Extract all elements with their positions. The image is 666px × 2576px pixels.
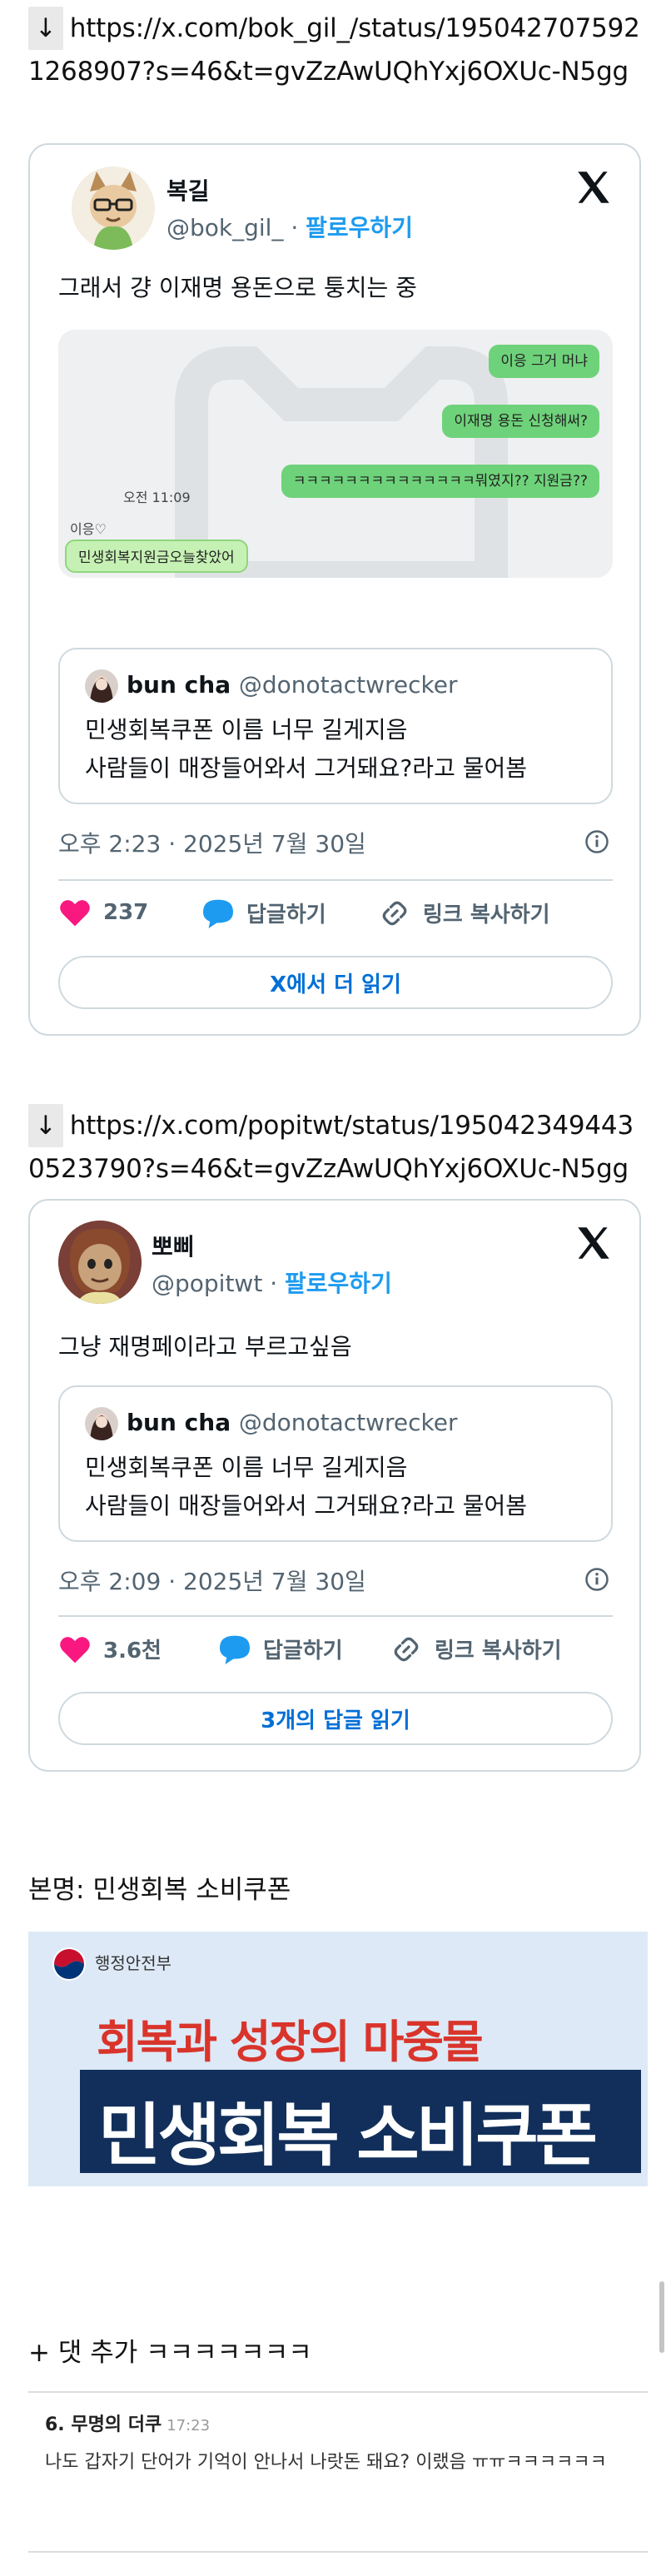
post-caption: 본명: 민생회복 소비쿠폰	[28, 1875, 291, 1905]
tweet2-author-handle[interactable]: @popitwt	[152, 1270, 262, 1297]
quote-author-handle: @donotactwrecker	[238, 671, 458, 699]
down-arrow-icon: ↓	[28, 7, 63, 50]
scrollbar-thumb[interactable]	[659, 2281, 664, 2353]
quote-author-handle: @donotactwrecker	[238, 1409, 458, 1436]
quote-author-name: bun cha	[127, 671, 231, 699]
tweet1-author-handle[interactable]: @bok_gil_	[166, 214, 283, 241]
quote-author-name: bun cha	[127, 1409, 231, 1436]
tweet1-like-count: 237	[103, 900, 149, 925]
x-logo-icon[interactable]	[573, 1222, 614, 1264]
quote-text-line-2: 사람들이 매장들어와서 그거돼요?라고 물어봄	[85, 754, 528, 782]
comment-author[interactable]: 6. 무명의 더쿠	[45, 2414, 162, 2435]
chat-sender-name: 이응♡	[70, 521, 107, 537]
tweet1-author-avatar[interactable]	[72, 167, 155, 250]
tweet2-quoted-tweet[interactable]: bun cha @donotactwrecker 민생회복쿠폰 이름 너무 길게…	[58, 1385, 613, 1542]
separator-dot: ·	[262, 1270, 286, 1297]
tweet1-copy-link-button[interactable]: 링크 복사하기	[378, 898, 550, 928]
quote-author: bun cha @donotactwrecker	[127, 671, 458, 699]
banner-title: 민생회복 소비쿠폰	[98, 2096, 598, 2176]
tweet1-read-more-button[interactable]: X에서 더 읽기	[58, 956, 613, 1009]
banner-ministry-name: 행정안전부	[95, 1953, 171, 1973]
tweet2-copy-link-label: 링크 복사하기	[435, 1639, 562, 1663]
tweet1-reply-label: 답글하기	[246, 903, 326, 927]
quote-text-line-1: 민생회복쿠폰 이름 너무 길게지음	[85, 716, 408, 743]
comment-bottom-divider	[28, 2551, 648, 2553]
down-arrow-icon: ↓	[28, 1104, 63, 1147]
info-icon[interactable]	[584, 1567, 609, 1592]
tweet2-follow-button[interactable]: 팔로우하기	[285, 1270, 392, 1297]
tweet1-quoted-tweet[interactable]: bun cha @donotactwrecker 민생회복쿠폰 이름 너무 길게…	[58, 648, 613, 804]
quote-text-line-1: 민생회복쿠폰 이름 너무 길게지음	[85, 1454, 408, 1481]
comment-header: 6. 무명의 더쿠 17:23	[45, 2409, 210, 2436]
add-comment-text: + 댓 추가 ㅋㅋㅋㅋㅋㅋㅋ	[28, 2338, 312, 2368]
quote-author-avatar	[85, 669, 118, 703]
tweet2-like-button[interactable]: 3.6천	[58, 1634, 162, 1664]
tweet2-author-line: @popitwt · 팔로우하기	[152, 1266, 392, 1299]
info-icon[interactable]	[584, 829, 609, 854]
reply-bubble-icon	[220, 1635, 250, 1664]
tweet1-text: 그래서 걍 이재명 용돈으로 퉁치는 중	[58, 274, 417, 301]
link-icon	[382, 901, 407, 925]
comment-top-divider	[28, 2391, 648, 2393]
heart-icon	[60, 900, 90, 927]
quote-author-avatar	[85, 1407, 118, 1440]
tweet2-author-name[interactable]: 뽀삐	[152, 1229, 195, 1262]
tweet2-read-replies-button[interactable]: 3개의 답글 읽기	[58, 1692, 613, 1745]
chat-message-1: 이응 그거 머냐	[489, 345, 599, 378]
banner-title-box: 민생회복 소비쿠폰	[80, 2070, 641, 2176]
tweet2-url[interactable]: https://x.com/popitwt/status/19504234944…	[28, 1111, 634, 1184]
tweet2-reply-button[interactable]: 답글하기	[218, 1634, 343, 1664]
tweet1-follow-button[interactable]: 팔로우하기	[306, 214, 413, 241]
chat-message-3: ㅋㅋㅋㅋㅋㅋㅋㅋㅋㅋㅋㅋㅋㅋ뭐였지?? 지원금??	[281, 465, 599, 498]
tweet1-chat-screenshot[interactable]: 이응 그거 머냐 이재명 용돈 신청해써? ㅋㅋㅋㅋㅋㅋㅋㅋㅋㅋㅋㅋㅋㅋ뭐였지?…	[58, 330, 613, 578]
separator-dot: ·	[283, 214, 306, 241]
comment-body: 나도 갑자기 단어가 기억이 안나서 나랏돈 돼요? 이랬음 ㅠㅠㅋㅋㅋㅋㅋㅋ	[45, 2452, 607, 2473]
tweet2-like-count: 3.6천	[103, 1639, 162, 1663]
government-emblem-icon	[52, 1947, 86, 1981]
tweet2-url-line[interactable]: ↓ https://x.com/popitwt/status/1950423494…	[28, 1104, 644, 1191]
tweet2-divider	[58, 1615, 613, 1617]
coupon-banner-image: 행정안전부 회복과 성장의 마중물 민생회복 소비쿠폰	[28, 1932, 648, 2186]
tweet2-timestamp[interactable]: 오후 2:09 · 2025년 7월 30일	[58, 1564, 366, 1597]
banner-headline: 회복과 성장의 마중물	[97, 2016, 484, 2068]
tweet1-url-line[interactable]: ↓ https://x.com/bok_gil_/status/195042707…	[28, 7, 644, 93]
chat-message-2: 이재명 용돈 신청해써?	[442, 405, 599, 438]
tweet1-copy-link-label: 링크 복사하기	[423, 903, 550, 927]
tweet2-author-avatar[interactable]	[58, 1221, 142, 1304]
chat-reply-message: 민생회복지원금오늘찾았어	[65, 540, 248, 573]
tweet2-text: 그냥 재명페이라고 부르고싶음	[58, 1333, 352, 1360]
tweet2-reply-label: 답글하기	[263, 1639, 343, 1663]
quote-text-line-2: 사람들이 매장들어와서 그거돼요?라고 물어봄	[85, 1492, 528, 1519]
comment-time: 17:23	[166, 2417, 211, 2434]
heart-icon	[60, 1636, 90, 1663]
link-icon	[394, 1637, 419, 1661]
tweet1-embed-card[interactable]: 복길 @bok_gil_ · 팔로우하기 그래서 걍 이재명 용돈으로 퉁치는 …	[28, 143, 641, 1036]
tweet1-author-name[interactable]: 복길	[166, 173, 210, 206]
x-logo-icon[interactable]	[573, 167, 614, 208]
tweet1-url[interactable]: https://x.com/bok_gil_/status/1950427075…	[28, 13, 640, 87]
tweet1-author-line: @bok_gil_ · 팔로우하기	[166, 210, 413, 243]
tweet1-reply-button[interactable]: 답글하기	[201, 898, 326, 928]
tweet2-embed-card[interactable]: 뽀삐 @popitwt · 팔로우하기 그냥 재명페이라고 부르고싶음 bun …	[28, 1199, 641, 1772]
reply-bubble-icon	[203, 899, 233, 928]
quote-author: bun cha @donotactwrecker	[127, 1409, 458, 1436]
tweet1-like-button[interactable]: 237	[58, 898, 148, 927]
tweet2-copy-link-button[interactable]: 링크 복사하기	[390, 1634, 562, 1664]
chat-time: 오전 11:09	[123, 490, 191, 505]
tweet1-divider	[58, 879, 613, 881]
tweet1-timestamp[interactable]: 오후 2:23 · 2025년 7월 30일	[58, 826, 366, 859]
